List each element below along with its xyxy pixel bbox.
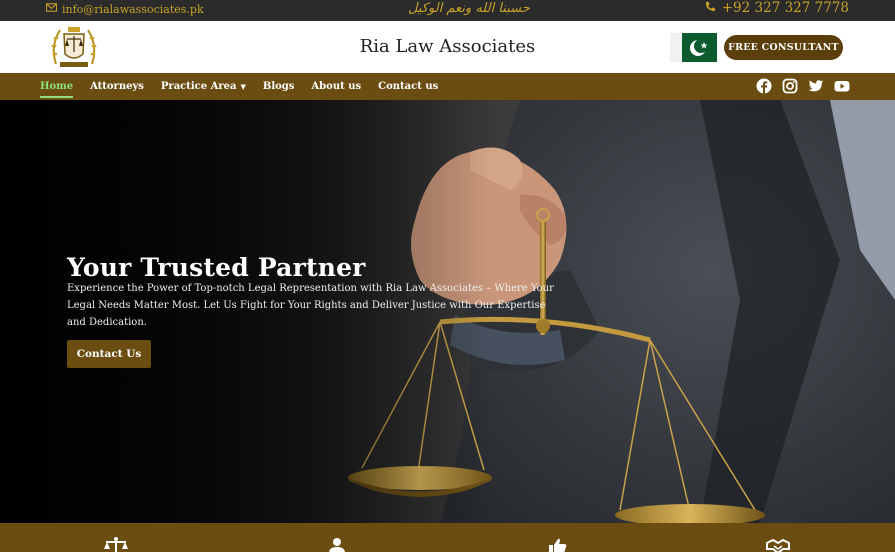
scales-icon <box>103 537 129 552</box>
thumbs-up-icon <box>545 537 571 552</box>
nav-item-attorneys[interactable]: Attorneys <box>90 81 144 92</box>
social-links <box>756 78 850 94</box>
phone-text: +92 327 327 7778 <box>721 0 849 16</box>
instagram-icon[interactable] <box>782 78 798 94</box>
site-header: Ria Law Associates FREE CONSULTANT <box>0 21 895 73</box>
hero-title: Your Trusted Partner <box>67 253 366 282</box>
nav-item-label: Contact us <box>378 81 439 92</box>
nav-item-blogs[interactable]: Blogs <box>263 81 295 92</box>
top-bar: info@rialawassociates.pk حسبنا الله ونعم… <box>0 0 895 21</box>
contact-us-button[interactable]: Contact Us <box>67 340 151 368</box>
email-text: info@rialawassociates.pk <box>62 2 204 16</box>
nav-item-label: Home <box>40 81 74 92</box>
handshake-icon <box>765 537 791 552</box>
twitter-icon[interactable] <box>808 78 824 94</box>
hero-section: Your Trusted Partner Experience the Powe… <box>0 100 895 523</box>
phone-icon <box>705 0 716 16</box>
main-nav: Home Attorneys Practice Area ▼ Blogs Abou… <box>0 73 895 100</box>
phone-link[interactable]: +92 327 327 7778 <box>705 0 849 16</box>
email-link[interactable]: info@rialawassociates.pk <box>45 2 204 16</box>
person-icon <box>324 537 350 552</box>
hero-subtitle: Experience the Power of Top-notch Legal … <box>67 283 554 328</box>
pakistan-flag-icon <box>670 33 717 62</box>
calligraphy-text: حسبنا الله ونعم الوکیل <box>408 1 530 16</box>
chevron-down-icon: ▼ <box>240 82 246 91</box>
nav-item-label: Attorneys <box>90 81 144 92</box>
nav-item-label: Practice Area <box>160 81 237 92</box>
facebook-icon[interactable] <box>756 78 772 94</box>
nav-item-home[interactable]: Home <box>40 81 74 98</box>
features-strip <box>0 523 895 552</box>
free-consultant-button[interactable]: FREE CONSULTANT <box>724 35 843 60</box>
nav-item-practice-area[interactable]: Practice Area ▼ <box>161 81 246 92</box>
youtube-icon[interactable] <box>834 78 850 94</box>
nav-item-contact[interactable]: Contact us <box>378 81 438 92</box>
mail-icon <box>45 2 58 16</box>
nav-item-label: About us <box>311 81 362 92</box>
nav-item-label: Blogs <box>262 81 295 92</box>
nav-item-about[interactable]: About us <box>311 81 361 92</box>
